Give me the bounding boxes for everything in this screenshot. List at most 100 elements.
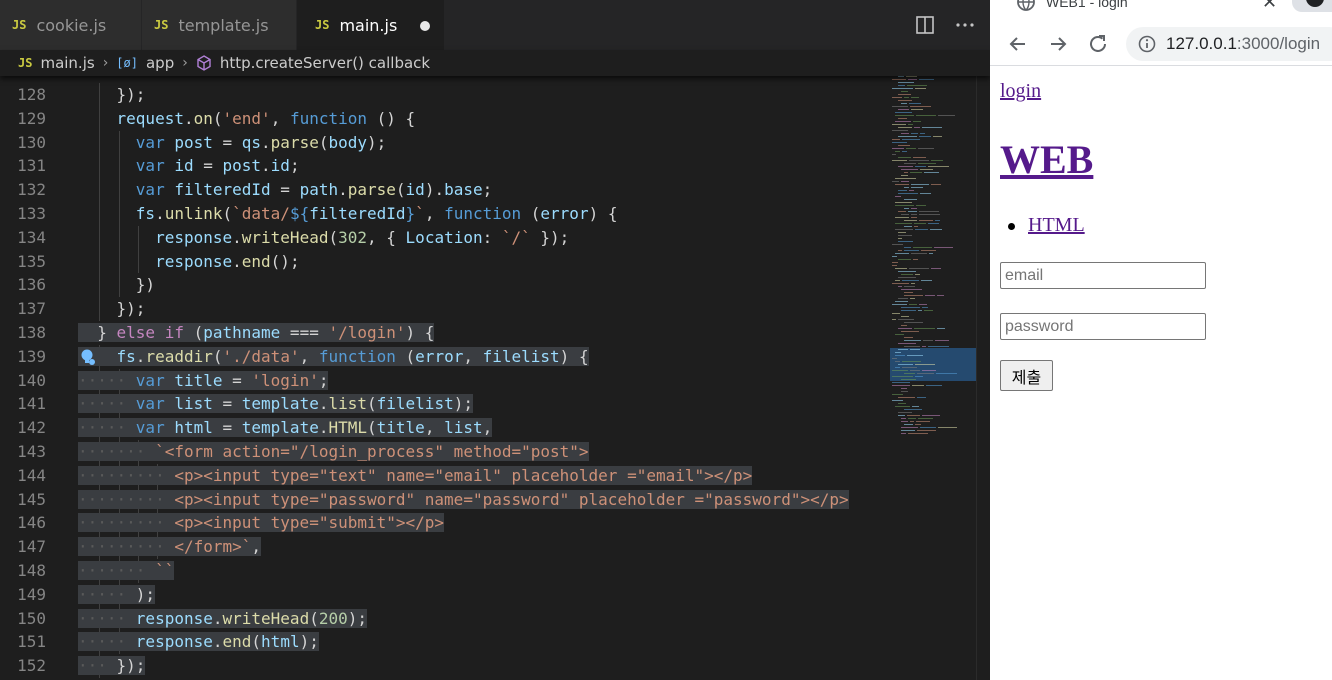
tab-template-js[interactable]: JS template.js [142,0,297,50]
split-editor-icon[interactable] [914,14,936,36]
code-token: ) { [588,204,618,223]
minimap-line [901,133,909,134]
forward-arrow-icon[interactable] [1046,32,1070,56]
minimap-line [928,166,949,167]
minimap-line [919,211,939,212]
code-line[interactable]: 141 ····· var list = template.list(fileli… [0,392,880,417]
address-bar[interactable]: 127.0.0.1:3000/login [1126,27,1332,61]
reload-icon[interactable] [1086,32,1110,56]
minimap-line [898,343,916,344]
code-token: ( [367,418,377,438]
whitespace: ········· [78,489,175,509]
code-token: = [193,156,223,176]
minimap-line [898,271,916,272]
minimap-line [913,247,932,248]
code-area[interactable]: 128 }); 129 request.on('end', function ()… [0,80,990,680]
breadcrumb-file[interactable]: main.js [40,54,94,72]
minimap-line [904,172,908,173]
code-line[interactable]: 149 ····· ); [0,582,880,607]
code-line[interactable]: 146 ········· <p><input type="submit"></p… [0,511,880,536]
minimap-line [901,169,918,170]
minimap-line [928,223,939,224]
code-line[interactable]: 139 fs.readdir('./data', function (error… [0,344,880,369]
minimap-line [898,157,911,158]
minimap-line [931,160,943,161]
code-line[interactable]: 143 ······· `<form action="/login_process… [0,440,880,464]
code-line[interactable]: 147 ········· </form>`, [0,535,880,559]
code-line[interactable]: 128 }); [0,83,880,107]
breadcrumb-symbol[interactable]: app [146,54,174,72]
more-actions-icon[interactable] [954,14,976,36]
variable-icon: [ø] [116,56,138,70]
code-line[interactable]: 142 ····· var html = template.HTML(title,… [0,416,880,440]
code-line[interactable]: 135 response.end(); [0,249,880,274]
unsaved-dot-icon[interactable] [420,21,430,31]
minimap-line [898,109,909,110]
list-item-html-link[interactable]: HTML [1028,214,1085,236]
code-line[interactable]: 136 }) [0,273,880,298]
line-number: 148 [17,561,46,580]
code-line[interactable]: 133 fs.unlink(`data/${filteredId}`, func… [0,202,880,226]
info-icon[interactable] [1138,35,1156,53]
minimap-line [902,139,920,140]
code-line[interactable]: 151 ····· response.end(html); [0,630,880,655]
browser-tab[interactable]: WEB1 - login ✕ [990,0,1290,16]
code-line[interactable]: 145 ········· <p><input type="password" n… [0,487,880,512]
code-token: ) { [559,346,589,366]
minimap-line [919,304,927,305]
code-line[interactable]: 132 var filteredId = path.parse(id).base… [0,178,880,202]
minimap-line [904,97,909,98]
password-input[interactable] [1000,313,1206,340]
code-token: list [444,418,483,438]
code-line[interactable]: 137 }); [0,297,880,321]
whitespace: ····· [78,394,136,414]
code-line[interactable]: 130 var post = qs.parse(body); [0,130,880,155]
page-heading-link[interactable]: WEB [1000,136,1093,183]
code-token: end [222,632,252,652]
code-line[interactable]: 150 ····· response.writeHead(200); [0,606,880,631]
code-token: parse [347,180,396,200]
minimap-line [895,205,914,206]
back-arrow-icon[interactable] [1006,32,1030,56]
profile-avatar-icon[interactable] [1306,0,1324,7]
breadcrumb-callback[interactable]: http.createServer() callback [220,54,430,72]
login-link[interactable]: login [1000,80,1041,103]
minimap-line [901,418,906,419]
minimap[interactable] [888,76,978,680]
code-token: ; [482,180,493,200]
breadcrumb: JS main.js › [ø] app › http.createServer… [0,50,990,76]
js-file-icon: JS [12,18,27,32]
minimap-line [895,361,900,362]
minimap-line [895,334,904,335]
tab-main-js[interactable]: JS main.js [297,0,445,50]
code-line[interactable]: 129 request.on('end', function () { [0,106,880,131]
vertical-scrollbar[interactable] [976,76,990,680]
code-text: ····· response.writeHead(200); [78,607,368,631]
close-tab-icon[interactable]: ✕ [1262,0,1277,13]
code-line[interactable]: 131 var id = post.id; [0,154,880,179]
code-token: } [97,323,117,342]
minimap-line [895,268,907,269]
tab-cookie-js[interactable]: JS cookie.js [0,0,142,50]
submit-button[interactable]: 제출 [1000,360,1053,391]
line-number: 134 [17,227,46,247]
minimap-line [915,229,928,230]
code-line[interactable]: 152 ··· }); [0,654,880,678]
minimap-line [912,385,924,386]
line-number: 147 [17,537,46,557]
code-line[interactable]: 138 } else if (pathname === '/login') { [0,321,880,345]
email-input[interactable] [1000,262,1206,289]
minimap-line [924,172,939,173]
minimap-line [898,145,910,146]
code-line[interactable]: 148 ······· `` [0,559,880,583]
code-line[interactable]: 134 response.writeHead(302, { Location: … [0,225,880,250]
lightbulb-icon[interactable] [80,348,96,366]
minimap-line [904,187,909,188]
code-text: var id = post.id; [78,154,300,178]
code-line[interactable]: 140 ····· var title = 'login'; [0,368,880,393]
code-token: , [424,204,445,223]
minimap-line [910,298,915,299]
code-text: ····· var title = 'login'; [78,369,329,393]
code-line[interactable]: 144 ········· <p><input type="text" name=… [0,463,880,488]
